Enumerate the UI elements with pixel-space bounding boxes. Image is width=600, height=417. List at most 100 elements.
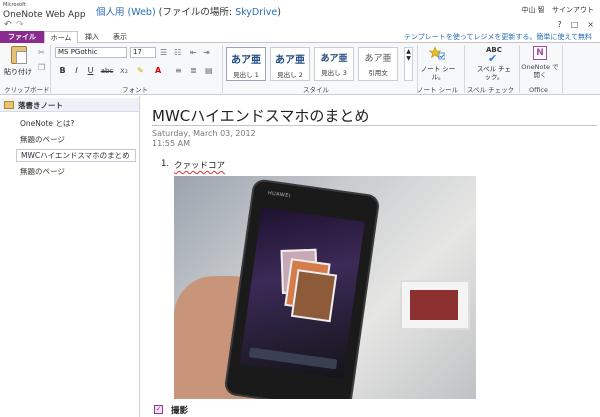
chevron-down-icon[interactable]: ▼ [406, 55, 411, 62]
font-group-label: フォント [122, 86, 148, 94]
phone-screen [239, 207, 365, 379]
decrease-indent-icon[interactable]: ⇤ [190, 48, 197, 58]
style-quote[interactable]: あア亜 引用文 [358, 47, 398, 81]
subscript-icon[interactable]: x₂ [120, 66, 128, 76]
paste-icon[interactable] [11, 46, 27, 64]
notebook-section-icon [4, 101, 14, 109]
list-number: 1. [161, 159, 170, 169]
screen-card [290, 269, 338, 323]
page-list-item[interactable]: 無題のページ [16, 165, 136, 178]
chevron-up-icon[interactable]: ▲ [406, 48, 411, 55]
cut-icon[interactable]: ✂ [38, 48, 45, 57]
font-name-dropdown[interactable]: MS PGothic [55, 47, 127, 58]
divider [464, 45, 465, 93]
highlight-icon[interactable]: ✎ [137, 66, 144, 76]
italic-button[interactable]: I [71, 66, 82, 76]
style-label: 引用文 [368, 69, 388, 77]
location-prefix: (ファイルの場所: [155, 7, 236, 18]
strikethrough-button[interactable]: abc [99, 66, 115, 76]
page-canvas[interactable]: MWCハイエンドスマホのまとめ Saturday, March 03, 2012… [141, 96, 600, 417]
clipboard-group-label: クリップボード [4, 86, 50, 94]
style-sample: あア亜 [231, 55, 261, 66]
list-item-text[interactable]: クァッドコア [174, 159, 225, 171]
photo-tablet [400, 280, 470, 330]
style-label: 見出し 3 [321, 69, 347, 77]
phone-brand-label: HUAWEI [267, 190, 292, 200]
paste-button-label[interactable]: 貼り付け [4, 67, 32, 77]
style-label: 見出し 2 [277, 71, 303, 79]
help-icon[interactable]: ? [557, 20, 561, 29]
tablet-screen [410, 290, 458, 320]
user-area: 中山 智 サインアウト [517, 5, 594, 15]
page-time: 11:55 AM [152, 139, 190, 148]
divider [562, 45, 563, 93]
note-tag-icon[interactable] [429, 46, 445, 60]
underline-button[interactable]: U [85, 66, 96, 76]
redo-icon[interactable]: ↷ [16, 20, 24, 30]
ribbon: 貼り付け ✂ ❐ クリップボード MS PGothic 17 ☰ ☷ ⇤ ⇥ B… [0, 43, 600, 95]
page-list-item-selected[interactable]: MWCハイエンドスマホのまとめ [16, 149, 136, 162]
divider [222, 45, 223, 93]
title-divider [152, 125, 597, 126]
office-group-label: Office [529, 86, 548, 94]
skydrive-link[interactable]: SkyDrive [235, 7, 277, 18]
style-label: 見出し 1 [233, 71, 259, 79]
app-logo[interactable]: Microsoft OneNote Web App [3, 1, 86, 20]
page-title[interactable]: MWCハイエンドスマホのまとめ [152, 105, 369, 126]
tab-view[interactable]: 表示 [108, 31, 132, 43]
embedded-photo[interactable]: HUAWEI [174, 176, 476, 399]
styles-group-label: スタイル [303, 86, 329, 94]
window-buttons: ? □ × [548, 20, 594, 29]
style-sample: あア亜 [275, 55, 305, 66]
style-heading-2[interactable]: あア亜 見出し 2 [270, 47, 310, 81]
brand-app-name: OneNote Web App [3, 10, 86, 20]
section-label: 落書きノート [18, 101, 63, 110]
title-bar: Microsoft OneNote Web App 個人用 (Web) (ファイ… [0, 0, 600, 20]
open-in-onenote-label[interactable]: OneNote で開く [521, 63, 559, 79]
font-size-dropdown[interactable]: 17 [130, 47, 156, 58]
copy-icon[interactable]: ❐ [38, 63, 45, 72]
page-date: Saturday, March 03, 2012 [152, 129, 256, 138]
photo-phone: HUAWEI [225, 180, 379, 399]
list-number-icon[interactable]: ☷ [174, 48, 181, 58]
style-gallery-scroll[interactable]: ▲ ▼ [404, 47, 413, 81]
bold-button[interactable]: B [57, 66, 68, 76]
onenote-icon[interactable]: N [533, 46, 547, 60]
spelling-button-label[interactable]: スペル チェック。 [474, 65, 514, 81]
style-sample: あア亜 [320, 54, 348, 64]
increase-indent-icon[interactable]: ⇥ [203, 48, 210, 58]
section-header[interactable]: 落書きノート [0, 98, 139, 112]
note-tag-group-label: ノート シール [417, 86, 459, 94]
paragraph-icon[interactable]: ▤ [205, 66, 213, 76]
tab-insert[interactable]: 挿入 [80, 31, 104, 43]
style-sample: あア亜 [364, 54, 392, 64]
style-heading-3[interactable]: あア亜 見出し 3 [314, 47, 354, 81]
page-list-item[interactable]: OneNote とは? [16, 117, 136, 130]
quick-access-bar: ↶ ↷ ? □ × [0, 20, 600, 31]
notebook-name-link[interactable]: 個人用 (Web) [96, 7, 156, 18]
style-heading-1[interactable]: あア亜 見出し 1 [226, 47, 266, 81]
restore-icon[interactable]: □ [571, 20, 579, 29]
todo-checkbox[interactable]: ✓ [154, 405, 163, 414]
divider [519, 45, 520, 93]
notebook-title: 個人用 (Web) (ファイルの場所: SkyDrive) [96, 4, 281, 18]
close-icon[interactable]: × [587, 20, 594, 29]
user-name[interactable]: 中山 智 [522, 6, 545, 14]
undo-icon[interactable]: ↶ [4, 20, 12, 30]
ribbon-tabs: ファイル ホーム 挿入 表示 テンプレートを使ってレジメを更新する。簡単に使えて… [0, 31, 600, 44]
align-right-icon[interactable]: ≣ [190, 66, 197, 76]
align-icon[interactable]: ≡ [175, 66, 182, 76]
todo-text[interactable]: 撮影 [171, 404, 188, 416]
brand-microsoft: Microsoft [3, 2, 26, 8]
spelling-group-label: スペル チェック [467, 86, 515, 94]
list-bullet-icon[interactable]: ☰ [160, 48, 167, 58]
font-color-icon[interactable]: A [155, 66, 161, 76]
page-list-item[interactable]: 無題のページ [16, 133, 136, 146]
screen-dock [248, 347, 338, 370]
note-tag-button-label[interactable]: ノート シール。 [420, 65, 456, 81]
sign-out-link[interactable]: サインアウト [552, 6, 594, 14]
tab-file[interactable]: ファイル [0, 31, 44, 43]
spelling-check-icon[interactable]: ✔ [488, 52, 497, 65]
page-navigation: 落書きノート OneNote とは? 無題のページ MWCハイエンドスマホのまと… [0, 96, 140, 417]
template-promo-link[interactable]: テンプレートを使ってレジメを更新する。簡単に使えて無料 [404, 31, 592, 43]
